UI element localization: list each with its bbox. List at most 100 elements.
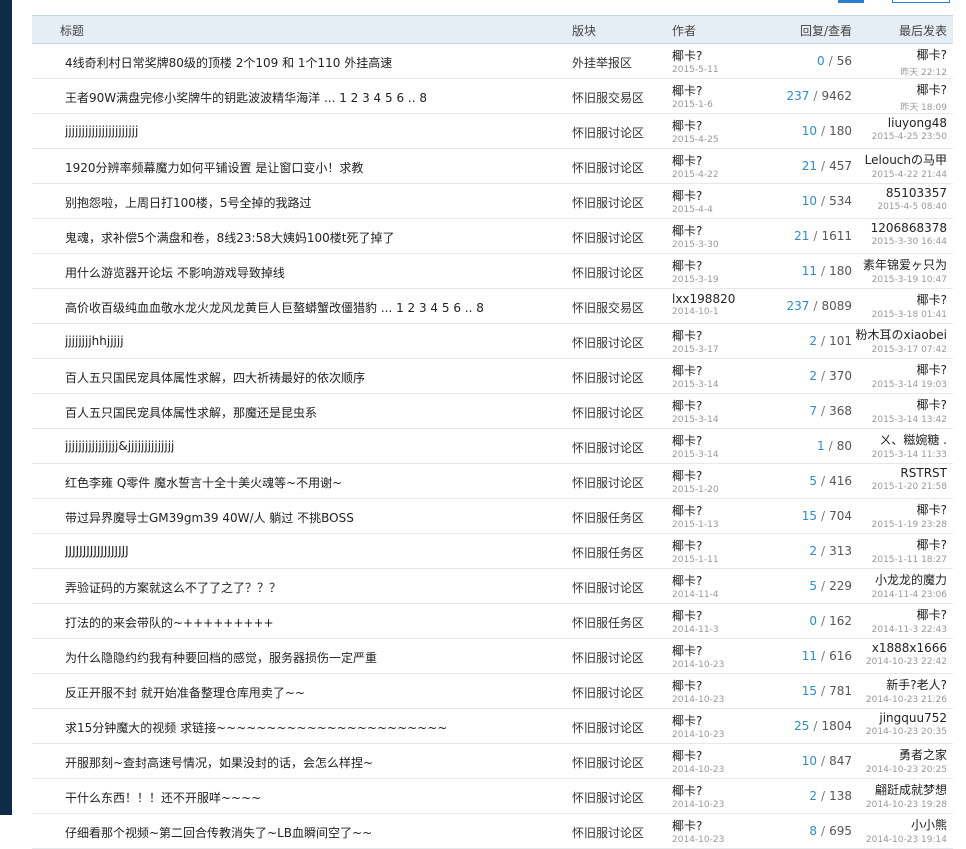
author-name-link[interactable]: 椰卡? — [672, 257, 764, 274]
thread-forum-link[interactable]: 怀旧服交易区 — [572, 299, 644, 316]
thread-forum-link[interactable]: 怀旧服讨论区 — [572, 404, 644, 421]
thread-title-link[interactable]: 用什么游览器开论坛 不影响游戏导致掉线 — [65, 264, 565, 281]
last-post-date-link[interactable]: 2015-3-19 10:47 — [852, 275, 947, 285]
thread-forum-link[interactable]: 怀旧服讨论区 — [572, 789, 644, 806]
author-name-link[interactable]: 椰卡? — [672, 117, 764, 134]
thread-title-link[interactable]: 弄验证码的方案就这么不了了之了？？？ — [65, 579, 565, 596]
last-poster-link[interactable]: ㄨ、糍婉糖 . — [852, 431, 947, 448]
last-post-date-link[interactable]: 2015-1-11 18:27 — [852, 555, 947, 565]
author-name-link[interactable]: 椰卡? — [672, 537, 764, 554]
author-name-link[interactable]: 椰卡? — [672, 642, 764, 659]
thread-title-link[interactable]: 红色李雍 Q零件 魔水誓言十全十美火魂等~不用谢~ — [65, 474, 565, 491]
last-post-date-link[interactable]: 2015-1-20 21:58 — [852, 482, 947, 492]
thread-title-link[interactable]: 鬼魂，求补偿5个满盘和卷，8线23:58大姨妈100楼t死了掉了 — [65, 229, 565, 246]
last-poster-link[interactable]: x1888x1666 — [852, 641, 947, 655]
last-post-date-link[interactable]: 2015-3-18 01:41 — [852, 310, 947, 320]
author-name-link[interactable]: 椰卡? — [672, 432, 764, 449]
last-poster-link[interactable]: 椰卡? — [852, 46, 947, 63]
last-post-date-link[interactable]: 2015-3-14 11:33 — [852, 450, 947, 460]
thread-forum-link[interactable]: 怀旧服讨论区 — [572, 754, 644, 771]
thread-forum-link[interactable]: 怀旧服任务区 — [572, 509, 644, 526]
thread-forum-link[interactable]: 怀旧服讨论区 — [572, 229, 644, 246]
thread-title-link[interactable]: 求15分钟魔大的视频 求链接~~~~~~~~~~~~~~~~~~~~~~~ — [65, 719, 565, 736]
last-poster-link[interactable]: jingquu752 — [852, 711, 947, 725]
thread-title-link[interactable]: 百人五只国民宠具体属性求解，那魔还是昆虫系 — [65, 404, 565, 421]
thread-title-link[interactable]: 仔细看那个视频~第二回合传教消失了~LB血瞬间空了~~ — [65, 824, 565, 841]
last-poster-link[interactable]: 1206868378 — [852, 221, 947, 235]
last-poster-link[interactable]: 85103357 — [852, 186, 947, 200]
thread-forum-link[interactable]: 怀旧服讨论区 — [572, 124, 644, 141]
thread-title-link[interactable]: 别抱怨啦，上周日打100楼，5号全掉的我路过 — [65, 194, 565, 211]
thread-forum-link[interactable]: 怀旧服讨论区 — [572, 369, 644, 386]
thread-forum-link[interactable]: 怀旧服讨论区 — [572, 159, 644, 176]
last-poster-link[interactable]: RSTRST — [852, 466, 947, 480]
last-poster-link[interactable]: 椰卡? — [852, 606, 947, 623]
last-post-date-link[interactable]: 2015-1-19 23:28 — [852, 520, 947, 530]
last-poster-link[interactable]: 素年锦爱ヶ只为 — [852, 256, 947, 273]
thread-title-link[interactable]: jjjjjjjjjjjjjjjjjjjjjj — [65, 124, 565, 138]
last-poster-link[interactable]: 椰卡? — [852, 291, 947, 308]
last-post-date-link[interactable]: 2015-3-17 07:42 — [852, 345, 947, 355]
pagination-active-button[interactable] — [838, 0, 864, 3]
author-name-link[interactable]: 椰卡? — [672, 222, 764, 239]
thread-title-link[interactable]: 百人五只国民宠具体属性求解，四大祈祷最好的依次顺序 — [65, 369, 565, 386]
thread-forum-link[interactable]: 怀旧服讨论区 — [572, 649, 644, 666]
author-name-link[interactable]: lxx198820 — [672, 292, 764, 306]
last-post-date-link[interactable]: 2015-4-5 08:40 — [852, 202, 947, 212]
last-poster-link[interactable]: 勇者之家 — [852, 746, 947, 763]
thread-title-link[interactable]: jjjjjjjjjjjjjjjj&jjjjjjjjjjjjjj — [65, 439, 565, 453]
last-poster-link[interactable]: 翩跹成就梦想 — [852, 781, 947, 798]
last-post-date-link[interactable]: 2015-3-14 19:03 — [852, 380, 947, 390]
last-poster-link[interactable]: 新手?老人? — [852, 676, 947, 693]
thread-forum-link[interactable]: 怀旧服讨论区 — [572, 264, 644, 281]
last-post-date-link[interactable]: 2014-10-23 22:42 — [852, 657, 947, 667]
author-name-link[interactable]: 椰卡? — [672, 502, 764, 519]
author-name-link[interactable]: 椰卡? — [672, 82, 764, 99]
author-name-link[interactable]: 椰卡? — [672, 572, 764, 589]
last-post-date-link[interactable]: 2015-4-22 21:44 — [852, 170, 947, 180]
thread-forum-link[interactable]: 外挂举报区 — [572, 54, 632, 71]
last-post-date-link[interactable]: 2014-10-23 20:35 — [852, 727, 947, 737]
last-post-date-link[interactable]: 2014-11-4 23:06 — [852, 590, 947, 600]
last-post-date-link[interactable]: 昨天 18:09 — [852, 100, 947, 113]
last-poster-link[interactable]: 小龙龙的魔力 — [852, 571, 947, 588]
last-poster-link[interactable]: 小小熊 — [852, 816, 947, 833]
last-poster-link[interactable]: 椰卡? — [852, 501, 947, 518]
last-post-date-link[interactable]: 2015-3-30 16:44 — [852, 237, 947, 247]
thread-forum-link[interactable]: 怀旧服讨论区 — [572, 474, 644, 491]
author-name-link[interactable]: 椰卡? — [672, 677, 764, 694]
thread-title-link[interactable]: 打法的的来会带队的~+++++++++ — [65, 614, 565, 631]
author-name-link[interactable]: 椰卡? — [672, 817, 764, 834]
thread-title-link[interactable]: 带过异界魔导士GM39gm39 40W/人 躺过 不挑BOSS — [65, 509, 565, 526]
author-name-link[interactable]: 椰卡? — [672, 362, 764, 379]
last-poster-link[interactable]: 椰卡? — [852, 396, 947, 413]
author-name-link[interactable]: 椰卡? — [672, 747, 764, 764]
thread-forum-link[interactable]: 怀旧服任务区 — [572, 544, 644, 561]
thread-forum-link[interactable]: 怀旧服讨论区 — [572, 334, 644, 351]
author-name-link[interactable]: 椰卡? — [672, 152, 764, 169]
author-name-link[interactable]: 椰卡? — [672, 187, 764, 204]
thread-title-link[interactable]: 1920分辨率频幕魔力如何平铺设置 是让窗口变小！求教 — [65, 159, 565, 176]
thread-title-link[interactable]: 高价收百级纯血血敬水龙火龙风龙黄巨人巨螯蟒蟹改僵猎豹 ... 1 2 3 4 5… — [65, 299, 565, 316]
thread-forum-link[interactable]: 怀旧服任务区 — [572, 614, 644, 631]
thread-forum-link[interactable]: 怀旧服讨论区 — [572, 194, 644, 211]
last-poster-link[interactable]: 粉木耳のxiaobei — [852, 326, 947, 343]
author-name-link[interactable]: 椰卡? — [672, 782, 764, 799]
last-post-date-link[interactable]: 2014-10-23 19:28 — [852, 800, 947, 810]
last-post-date-link[interactable]: 2014-10-23 21:26 — [852, 695, 947, 705]
thread-title-link[interactable]: 王者90W满盘完修小奖牌牛的钥匙波波精华海洋 ... 1 2 3 4 5 6 .… — [65, 89, 565, 106]
last-poster-link[interactable]: 椰卡? — [852, 81, 947, 98]
pagination-next-button[interactable] — [892, 0, 950, 3]
thread-title-link[interactable]: 4线奇利村日常奖牌80级的顶楼 2个109 和 1个110 外挂高速 — [65, 54, 565, 71]
last-poster-link[interactable]: liuyong48 — [852, 116, 947, 130]
thread-title-link[interactable]: JJJJJJJJJJJJJJJJJJ — [65, 544, 565, 558]
thread-forum-link[interactable]: 怀旧服讨论区 — [572, 824, 644, 841]
last-post-date-link[interactable]: 2014-10-23 19:14 — [852, 835, 947, 845]
thread-title-link[interactable]: jjjjjjjjhhjjjjj — [65, 334, 565, 348]
thread-title-link[interactable]: 开服那刻~查封高速号情况，如果没封的话，会怎么样捏~ — [65, 754, 565, 771]
last-poster-link[interactable]: Lelouchの马甲 — [852, 151, 947, 168]
last-poster-link[interactable]: 椰卡? — [852, 536, 947, 553]
author-name-link[interactable]: 椰卡? — [672, 327, 764, 344]
author-name-link[interactable]: 椰卡? — [672, 397, 764, 414]
author-name-link[interactable]: 椰卡? — [672, 47, 764, 64]
